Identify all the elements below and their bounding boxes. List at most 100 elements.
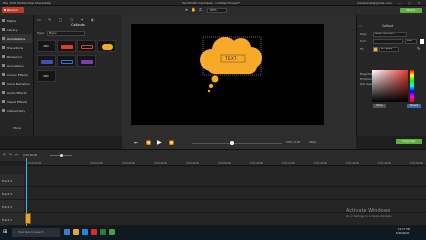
windows-start-icon[interactable]: ⊞ [3, 229, 7, 235]
video-canvas[interactable]: TEXT [131, 24, 324, 125]
nav-visual-effects[interactable]: Visual Effects [2, 97, 32, 106]
tab-icon-callout[interactable]: ▭ [359, 24, 362, 28]
activate-windows-watermark: Activate Windows Go to Settings to activ… [346, 208, 392, 218]
minimize-button[interactable]: — [398, 1, 401, 5]
annotations-icon [2, 37, 5, 40]
scrub-bar[interactable] [192, 142, 282, 144]
track-lane[interactable] [24, 174, 426, 187]
fill-color-swatch[interactable] [373, 47, 378, 52]
chrome-icon[interactable] [91, 229, 97, 235]
maximize-button[interactable]: □ [408, 1, 411, 5]
scrub-handle[interactable] [230, 141, 234, 145]
panel-tabs-icons[interactable]: ▭ ✎ ▢ ⬡ ✦ ◐ [37, 17, 98, 22]
callouts-panel: ▭ ✎ ▢ ⬡ ✦ ◐ Callouts Type: Basic ABC ABC [34, 15, 122, 136]
nav-library[interactable]: Library [2, 25, 32, 34]
callout-thumb-blue-outline[interactable] [57, 55, 76, 67]
thumb-text: ABC [43, 74, 50, 78]
font-label: Font [360, 40, 366, 43]
nav-behaviors[interactable]: Behaviors [2, 52, 32, 61]
callout-thumb-blue[interactable] [37, 55, 56, 67]
callout-thumb-red[interactable] [57, 40, 76, 52]
menu-share[interactable]: Share [35, 1, 44, 5]
menu-edit[interactable]: Edit [10, 1, 16, 5]
nav-more[interactable]: More [2, 123, 32, 132]
menu-modify[interactable]: Modify [17, 1, 27, 5]
share-button[interactable]: Share [400, 7, 422, 13]
nav-annotations[interactable]: Annotations [2, 34, 32, 43]
nav-voice-narration[interactable]: Voice Narration [2, 79, 32, 88]
cut-icon[interactable]: ✂ [15, 153, 18, 157]
track-lane[interactable] [24, 187, 426, 200]
type-select[interactable]: Basic [47, 31, 85, 36]
font-color-swatch[interactable] [420, 39, 424, 44]
media-icon [2, 19, 5, 22]
step-back-icon[interactable]: ⏪ [146, 140, 151, 145]
track-header[interactable]: Track 3 [0, 187, 24, 200]
nav-animations[interactable]: Animations [2, 61, 32, 70]
prev-frame-icon[interactable]: ⏮ [134, 140, 138, 145]
nav-audio-effects[interactable]: Audio Effects [2, 88, 32, 97]
menu-file[interactable]: File [3, 1, 8, 5]
clock-time: 10:57 PM [398, 228, 411, 231]
task-view-icon[interactable] [64, 229, 70, 235]
nav-label: Animations [7, 63, 24, 68]
callout-thumb-purple[interactable] [77, 55, 96, 67]
edge-icon[interactable] [82, 229, 88, 235]
camtasia-icon[interactable] [100, 229, 106, 235]
clock-date: 5/26/2020 [396, 232, 410, 235]
menu-help[interactable]: Help [44, 1, 51, 5]
nav-cursor-effects[interactable]: Cursor Effects [2, 70, 32, 79]
file-explorer-icon[interactable] [73, 229, 79, 235]
record-button[interactable]: Record [2, 7, 24, 13]
properties-button[interactable]: Properties [396, 139, 422, 144]
callout-thumb-red-outline[interactable] [77, 40, 96, 52]
callout-thumb-text[interactable]: ABC [37, 40, 56, 52]
preset-button[interactable]: Preset [407, 104, 421, 108]
color-picker[interactable] [372, 70, 408, 102]
ruler-tick: 0:01:10;00 [282, 161, 296, 165]
app-icon[interactable] [109, 229, 115, 235]
nav-interactivity[interactable]: Interactivity [2, 106, 32, 115]
style-select[interactable]: Most Common [373, 32, 407, 37]
track-header[interactable]: Track 2 [0, 200, 24, 213]
taskbar-search[interactable]: Type here to search [12, 228, 60, 237]
color-hex-input[interactable]: #f7a928 [379, 47, 399, 52]
ruler-tick: 0:00:20;00 [122, 161, 136, 165]
callout-clip[interactable] [25, 213, 31, 224]
hue-slider[interactable] [410, 70, 414, 102]
cloud-callout[interactable] [131, 24, 324, 125]
eyedropper-icon[interactable]: ✎ [417, 46, 420, 51]
crop-tool-icon[interactable]: ⌗ [197, 7, 204, 13]
account-email[interactable]: manikanta@gmail.com [357, 1, 392, 5]
interactivity-icon [2, 109, 5, 112]
pointer-tool-icon[interactable]: ➤ [183, 7, 190, 13]
tab-callout[interactable]: Callout [382, 24, 393, 28]
callout-thumb-yellow-cloud[interactable] [97, 40, 116, 52]
nav-label: Voice Narration [7, 81, 31, 86]
menu-view[interactable]: View [27, 1, 34, 5]
redo-icon[interactable]: ↷ [9, 153, 12, 157]
audio-effects-icon [2, 91, 5, 94]
nav-media[interactable]: Media [2, 16, 32, 25]
callout-thumb-text-2[interactable]: ABC [37, 70, 56, 82]
more-button[interactable]: More [373, 104, 386, 108]
nav-transitions[interactable]: Transitions [2, 43, 32, 52]
font-size-input[interactable]: 100 [405, 39, 417, 44]
callout-text[interactable]: TEXT [225, 56, 237, 61]
nav-label: Media [7, 18, 17, 23]
undo-icon[interactable]: ↶ [3, 153, 6, 157]
step-forward-icon[interactable]: ⏩ [169, 140, 174, 145]
play-icon[interactable]: ▶ [157, 139, 162, 146]
left-nav: Media Library Annotations Transitions Be… [0, 15, 34, 136]
hand-tool-icon[interactable]: ✋ [190, 7, 197, 13]
font-select[interactable] [373, 39, 403, 44]
zoom-handle[interactable] [60, 153, 63, 157]
nav-label: Transitions [7, 45, 24, 50]
track-header[interactable]: Track 1 [0, 213, 24, 226]
close-button[interactable]: ✕ [418, 1, 421, 5]
panel-title: Callouts [71, 23, 85, 27]
zoom-select[interactable]: 80% [207, 8, 227, 13]
track-header[interactable]: Track 4 [0, 174, 24, 187]
watermark-line1: Activate Windows [346, 208, 391, 214]
ruler-tick: 0:00:10;00 [90, 161, 104, 165]
